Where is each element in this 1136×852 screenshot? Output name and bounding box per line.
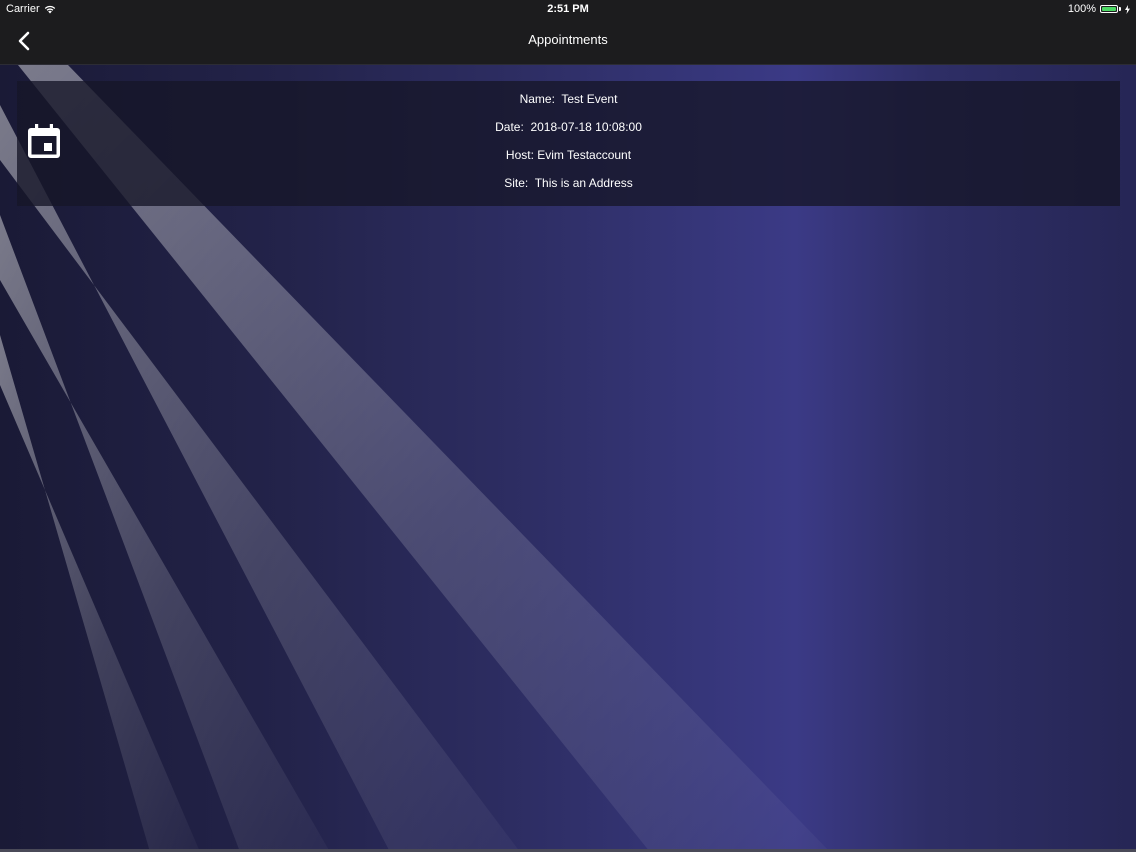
appointment-host: Host: Evim Testaccount bbox=[505, 148, 632, 162]
battery-icon bbox=[1100, 5, 1118, 13]
battery-percent: 100% bbox=[1067, 3, 1096, 15]
status-time: 2:51 PM bbox=[547, 3, 589, 15]
battery-fill bbox=[1102, 7, 1116, 11]
appointment-name: Name: Test Event bbox=[519, 92, 618, 106]
navigation-bar: Appointments bbox=[0, 18, 1136, 65]
appointment-details: Name: Test Event Date: 2018-07-18 10:08:… bbox=[17, 92, 1120, 204]
page-title: Appointments bbox=[528, 32, 608, 47]
battery-tip bbox=[1119, 7, 1121, 11]
appointment-card[interactable]: Name: Test Event Date: 2018-07-18 10:08:… bbox=[17, 81, 1120, 206]
appointment-site: Site: This is an Address bbox=[504, 176, 633, 190]
appointment-date: Date: 2018-07-18 10:08:00 bbox=[495, 120, 642, 134]
status-bar: Carrier 2:51 PM 100% bbox=[0, 0, 1136, 18]
charging-icon bbox=[1125, 4, 1130, 14]
appointments-screen: Carrier 2:51 PM 100% Appointments Name: … bbox=[0, 0, 1136, 852]
status-battery: 100% bbox=[1068, 3, 1130, 15]
